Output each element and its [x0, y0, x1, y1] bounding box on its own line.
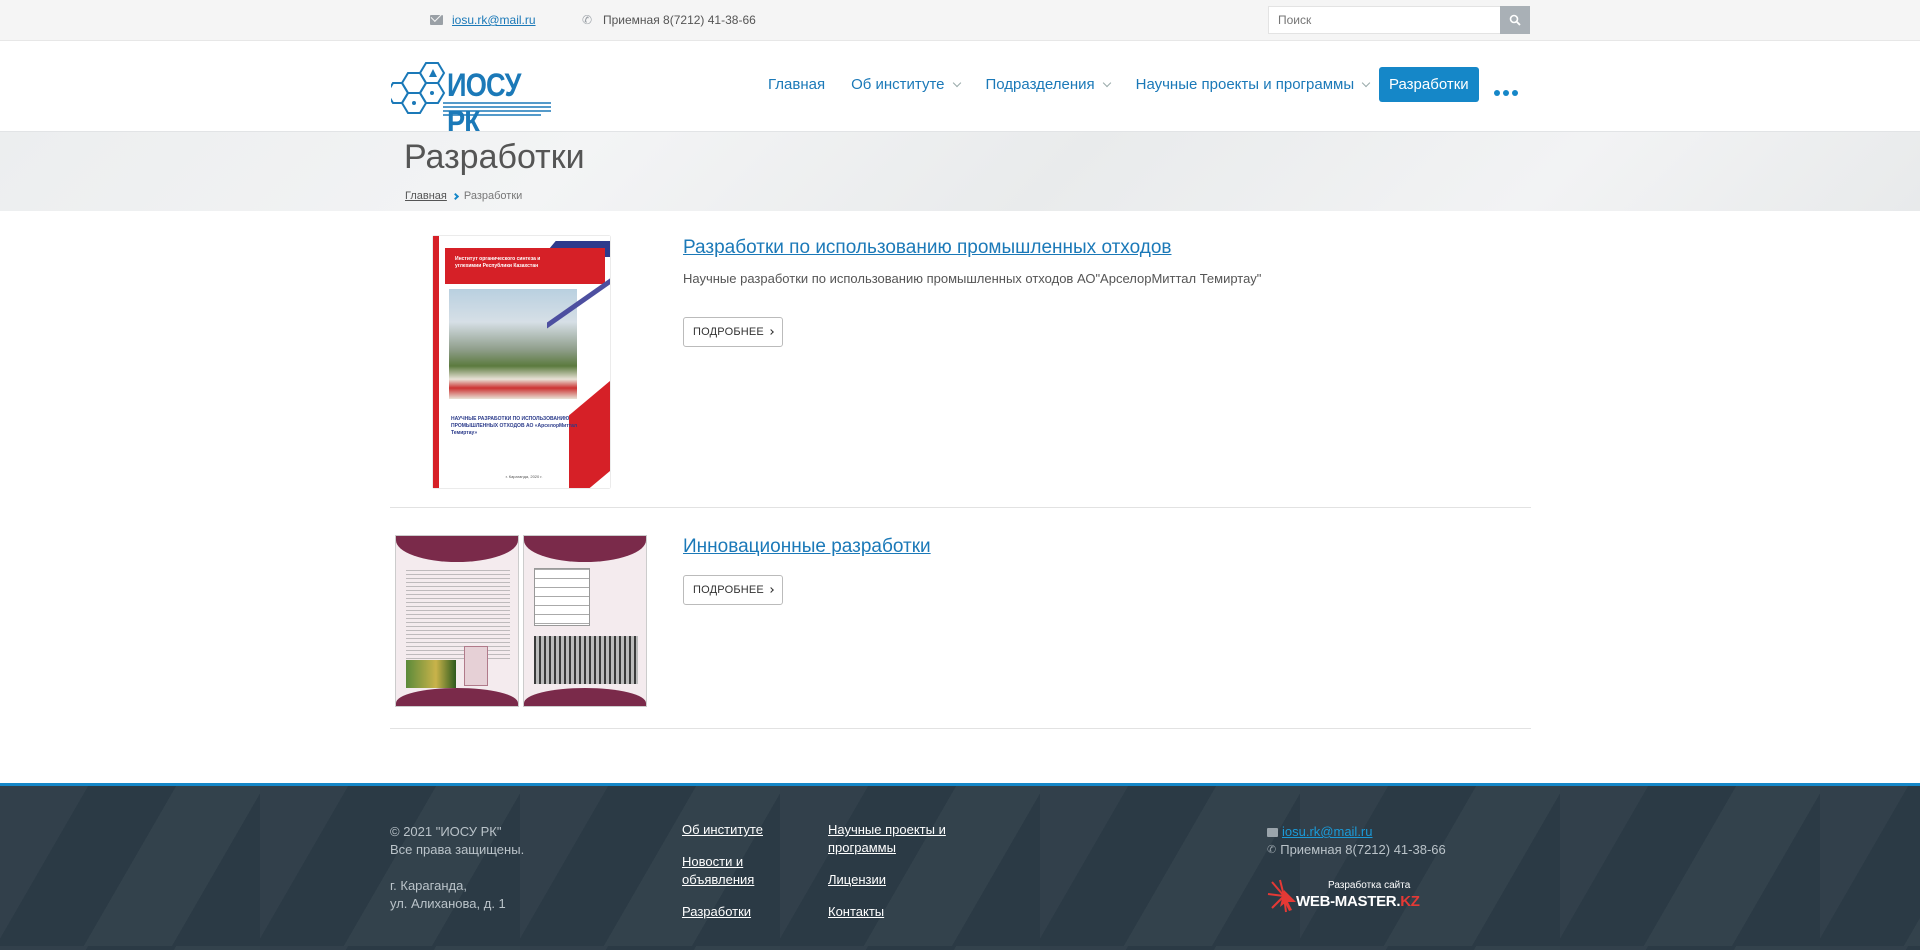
footer-link-about[interactable]: Об институте — [682, 821, 792, 839]
nav-item-about[interactable]: Об институте — [851, 76, 961, 93]
nav-item-departments[interactable]: Подразделения — [985, 76, 1111, 93]
footer-phone: Приемная 8(7212) 41-38-66 — [1280, 842, 1446, 857]
top-phone-text: Приемная 8(7212) 41-38-66 — [603, 13, 756, 27]
footer-contacts: iosu.rk@mail.ru ✆ Приемная 8(7212) 41-38… — [1267, 823, 1446, 859]
chevron-right-icon — [768, 587, 774, 593]
details-button[interactable]: ПОДРОБНЕЕ — [683, 575, 783, 605]
envelope-icon — [430, 15, 443, 25]
item-title-link[interactable]: Разработки по использованию промышленных… — [683, 237, 1172, 259]
footer-email-link[interactable]: iosu.rk@mail.ru — [1282, 823, 1373, 841]
envelope-icon — [1267, 827, 1278, 837]
book-cover: Институт органического синтеза и углехим… — [433, 236, 610, 488]
list-item: Институт органического синтеза и углехим… — [390, 211, 1531, 508]
top-phone: ✆ Приемная 8(7212) 41-38-66 — [582, 13, 756, 27]
chevron-down-icon — [1361, 78, 1371, 87]
developer-brand-name: WEB-MASTER. — [1296, 893, 1401, 910]
nav-item-label: Об институте — [851, 76, 945, 93]
search-icon — [1509, 14, 1521, 26]
item-thumbnail-brochure[interactable] — [395, 535, 647, 707]
logo-text: ИОСУ РК — [447, 67, 521, 140]
chevron-right-icon — [768, 329, 774, 335]
cover-subtitle: НАУЧНЫЕ РАЗРАБОТКИ ПО ИСПОЛЬЗОВАНИЮ ПРОМ… — [451, 416, 578, 436]
nav-item-label: Научные проекты и программы — [1135, 76, 1355, 93]
breadcrumb: Главная Разработки — [405, 190, 522, 202]
footer-link-news[interactable]: Новости и объявления — [682, 853, 772, 889]
nav-item-home[interactable]: Главная — [768, 76, 825, 93]
top-email: iosu.rk@mail.ru — [430, 13, 536, 27]
chevron-down-icon — [952, 78, 961, 87]
cover-header-text: Институт органического синтеза и углехим… — [455, 256, 541, 269]
search-input[interactable] — [1268, 6, 1500, 34]
more-menu-icon[interactable] — [1494, 90, 1518, 96]
nav-item-label: Подразделения — [985, 76, 1095, 93]
footer-links-col1: Об институте Новости и объявления Разраб… — [682, 821, 792, 921]
page-title-band: Разработки Главная Разработки — [0, 131, 1920, 211]
footer-link-developments[interactable]: Разработки — [682, 903, 792, 921]
item-title-link[interactable]: Инновационные разработки — [683, 536, 931, 558]
search-button[interactable] — [1500, 6, 1530, 34]
nav-item-developments-active[interactable]: Разработки — [1379, 67, 1479, 102]
footer-rights: Все права защищены. — [390, 842, 525, 857]
footer-city: г. Караганда, — [390, 878, 467, 893]
chevron-right-icon — [451, 192, 459, 200]
item-thumbnail-book-cover[interactable]: Институт органического синтеза и углехим… — [433, 236, 610, 488]
details-button-label: ПОДРОБНЕЕ — [693, 326, 764, 338]
footer-links-col2: Научные проекты и программы Лицензии Кон… — [828, 821, 958, 921]
footer-link-projects[interactable]: Научные проекты и программы — [828, 821, 948, 857]
footer-street: ул. Алиханова, д. 1 — [390, 896, 506, 911]
details-button[interactable]: ПОДРОБНЕЕ — [683, 317, 783, 347]
footer-info: © 2021 "ИОСУ РК" Все права защищены. г. … — [390, 823, 524, 913]
page-title: Разработки — [404, 138, 585, 176]
site-footer: © 2021 "ИОСУ РК" Все права защищены. г. … — [0, 783, 1920, 950]
breadcrumb-current: Разработки — [463, 190, 523, 202]
phone-icon: ✆ — [1267, 844, 1277, 856]
brochure-page-right — [523, 535, 647, 707]
cover-footer: г. Караганда, 2020 г. — [505, 474, 543, 479]
site-logo[interactable]: ИОСУ РК — [385, 59, 551, 140]
developer-brand: WEB-MASTER.KZ — [1296, 893, 1420, 910]
breadcrumb-home[interactable]: Главная — [405, 190, 447, 202]
chevron-down-icon — [1102, 78, 1111, 87]
details-button-label: ПОДРОБНЕЕ — [693, 584, 764, 596]
list-item: Инновационные разработки ПОДРОБНЕЕ — [390, 508, 1531, 729]
footer-copyright: © 2021 "ИОСУ РК" — [390, 824, 502, 839]
developer-brand-suffix: KZ — [1400, 893, 1420, 910]
nav-item-label: Главная — [768, 76, 826, 93]
site-header: ИОСУ РК Главная Об институте Подразделен… — [0, 41, 1920, 140]
top-email-link[interactable]: iosu.rk@mail.ru — [452, 13, 536, 27]
top-bar: iosu.rk@mail.ru ✆ Приемная 8(7212) 41-38… — [0, 0, 1920, 41]
developer-badge[interactable]: Разработка сайта WEB-MASTER.KZ — [1266, 876, 1426, 922]
footer-link-contacts[interactable]: Контакты — [828, 903, 958, 921]
footer-link-licenses[interactable]: Лицензии — [828, 871, 958, 889]
item-description: Научные разработки по использованию пром… — [683, 271, 1262, 286]
developer-label: Разработка сайта — [1328, 880, 1411, 891]
brochure-page-left — [395, 535, 519, 707]
search-box — [1268, 6, 1530, 34]
phone-icon: ✆ — [582, 13, 593, 27]
main-nav: Главная Об институте Подразделения Научн… — [768, 67, 1479, 102]
nav-item-projects[interactable]: Научные проекты и программы — [1135, 76, 1371, 93]
